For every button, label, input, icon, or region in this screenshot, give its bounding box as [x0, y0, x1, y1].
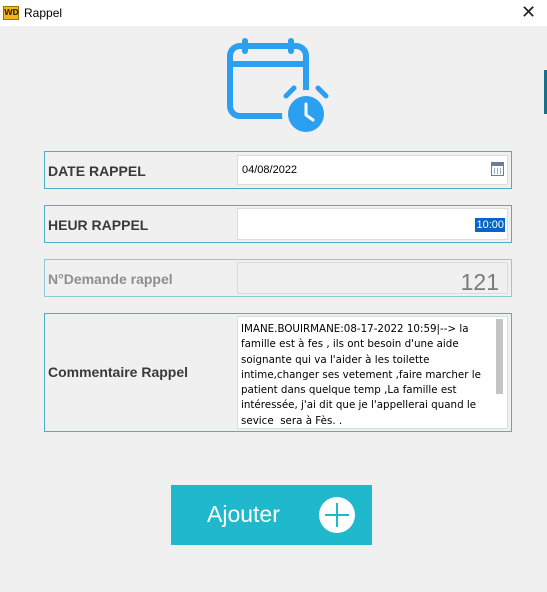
ajouter-button[interactable]: Ajouter	[171, 485, 372, 545]
close-icon: ✕	[520, 2, 537, 23]
close-button[interactable]: ✕	[510, 0, 547, 26]
calendar-alarm-icon	[227, 38, 330, 136]
app-logo-icon: WD	[3, 6, 19, 20]
demande-rappel-input: 121	[237, 262, 508, 295]
commentaire-rappel-label: Commentaire Rappel	[48, 364, 189, 380]
ajouter-label: Ajouter	[207, 501, 280, 527]
heur-rappel-input[interactable]: 10:00	[237, 208, 508, 240]
commentaire-rappel-row: Commentaire Rappel IMANE.BOUIRMANE:08-17…	[44, 313, 512, 432]
commentaire-rappel-textarea[interactable]: IMANE.BOUIRMANE:08-17-2022 10:59|--> la …	[237, 316, 508, 429]
window-title: Rappel	[24, 6, 63, 20]
date-rappel-label: DATE RAPPEL	[48, 163, 146, 179]
demande-rappel-label: N°Demande rappel	[48, 271, 173, 287]
commentaire-rappel-text: IMANE.BOUIRMANE:08-17-2022 10:59|--> la …	[241, 323, 481, 427]
comment-scrollbar[interactable]	[496, 319, 503, 394]
heur-rappel-row: HEUR RAPPEL 10:00	[44, 205, 512, 243]
date-rappel-input[interactable]: 04/08/2022	[237, 155, 508, 185]
calendar-picker-icon[interactable]	[491, 162, 504, 176]
demande-rappel-value: 121	[460, 269, 499, 295]
window-titlebar: WD Rappel ✕	[0, 0, 547, 26]
heur-rappel-value: 10:00	[475, 218, 505, 232]
heur-rappel-label: HEUR RAPPEL	[48, 217, 149, 233]
date-rappel-row: DATE RAPPEL 04/08/2022	[44, 151, 512, 189]
demande-rappel-row: N°Demande rappel 121	[44, 259, 512, 297]
plus-circle-icon	[319, 497, 355, 533]
date-rappel-value: 04/08/2022	[242, 164, 298, 176]
